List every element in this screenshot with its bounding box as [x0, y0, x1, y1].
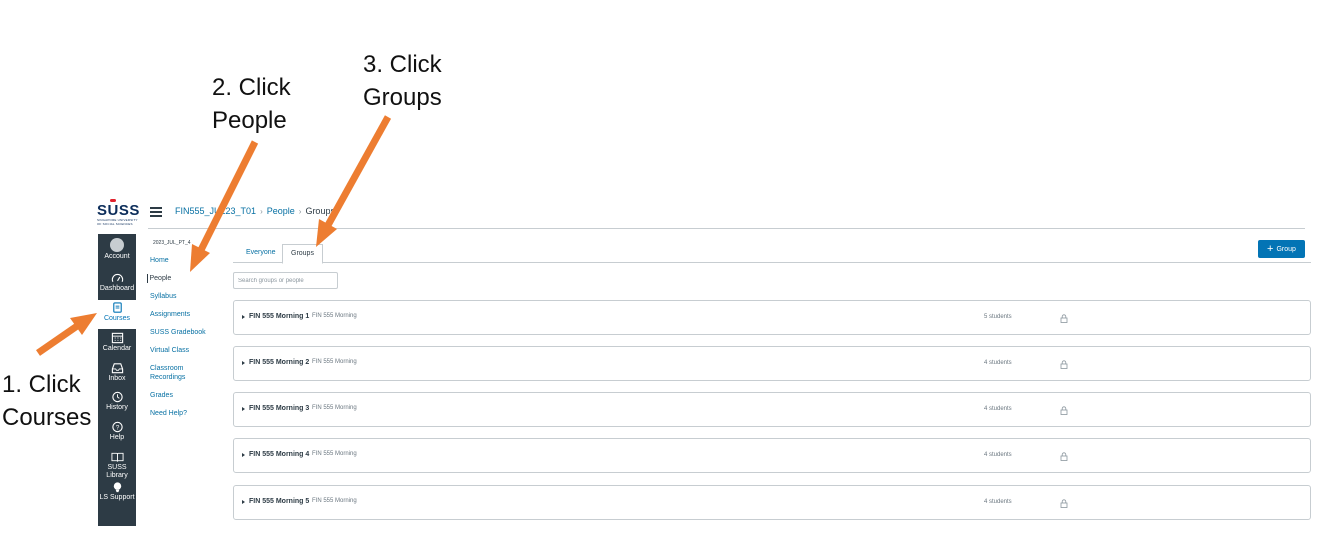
- lock-icon: [1060, 314, 1068, 323]
- nav-inbox[interactable]: Inbox: [98, 362, 136, 383]
- group-name: FIN 555 Morning 1: [249, 313, 310, 320]
- group-category: FIN 555 Morning: [312, 359, 357, 365]
- arrow-to-people: [196, 140, 259, 254]
- annotation-step3-line1: 3. Click: [363, 51, 442, 78]
- nav-suss-library[interactable]: SUSS Library: [98, 451, 136, 480]
- header-divider: [148, 228, 1305, 229]
- tab-everyone[interactable]: Everyone: [238, 244, 284, 262]
- annotation-step1-line1: 1. Click: [2, 371, 81, 398]
- global-nav: Account Dashboard Courses Calendar Inbox…: [98, 234, 136, 526]
- group-student-count: 4 students: [984, 499, 1012, 505]
- annotation-step2-line2: People: [212, 107, 287, 134]
- course-nav: Home People Syllabus Assignments SUSS Gr…: [146, 256, 231, 418]
- nav-account[interactable]: Account: [98, 238, 136, 261]
- annotation-step2-line1: 2. Click: [212, 74, 291, 101]
- group-student-count: 4 students: [984, 360, 1012, 366]
- expand-caret-icon[interactable]: [242, 453, 245, 457]
- calendar-icon: [111, 332, 123, 344]
- annotation-step1-line2: Courses: [2, 404, 92, 431]
- group-student-count: 4 students: [984, 406, 1012, 412]
- lock-icon: [1060, 360, 1068, 369]
- hamburger-menu-icon[interactable]: [150, 207, 162, 217]
- arrow-to-courses: [36, 321, 82, 356]
- suss-logo[interactable]: SUSS SINGAPORE UNIVERSITY OF SOCIAL SCIE…: [97, 203, 139, 229]
- breadcrumb: FIN555_JUL23_T01 › People › Groups: [175, 206, 335, 216]
- course-nav-assignments[interactable]: Assignments: [150, 310, 230, 319]
- group-student-count: 5 students: [984, 314, 1012, 320]
- nav-dashboard[interactable]: Dashboard: [98, 272, 136, 293]
- inbox-icon: [111, 363, 123, 374]
- group-row[interactable]: FIN 555 Morning 5 FIN 555 Morning 4 stud…: [233, 485, 1311, 520]
- logo-subtitle-2: OF SOCIAL SCIENCES: [97, 222, 133, 226]
- annotation-step3: 3. Click Groups: [363, 48, 442, 114]
- nav-calendar[interactable]: Calendar: [98, 332, 136, 353]
- course-nav-grades[interactable]: Grades: [150, 391, 230, 400]
- expand-caret-icon[interactable]: [242, 500, 245, 504]
- group-row[interactable]: FIN 555 Morning 4 FIN 555 Morning 4 stud…: [233, 438, 1311, 473]
- nav-history[interactable]: History: [98, 391, 136, 412]
- course-nav-classroom-recordings[interactable]: Classroom Recordings: [150, 364, 195, 382]
- svg-text:?: ?: [115, 424, 119, 431]
- support-icon: [113, 482, 121, 493]
- search-groups-input[interactable]: [233, 272, 338, 289]
- course-nav-need-help[interactable]: Need Help?: [150, 409, 230, 418]
- group-name: FIN 555 Morning 3: [249, 405, 310, 412]
- nav-help[interactable]: ? Help: [98, 421, 136, 442]
- lock-icon: [1060, 406, 1068, 415]
- annotation-step3-line2: Groups: [363, 84, 442, 111]
- course-nav-home[interactable]: Home: [150, 256, 230, 265]
- history-icon: [111, 391, 123, 403]
- lock-icon: [1060, 452, 1068, 461]
- people-tabs: Everyone Groups: [233, 244, 1311, 264]
- annotation-step1: 1. Click Courses: [2, 368, 91, 434]
- group-name: FIN 555 Morning 5: [249, 498, 310, 505]
- lock-icon: [1060, 499, 1068, 508]
- group-student-count: 4 students: [984, 452, 1012, 458]
- group-name: FIN 555 Morning 2: [249, 359, 310, 366]
- expand-caret-icon[interactable]: [242, 407, 245, 411]
- expand-caret-icon[interactable]: [242, 315, 245, 319]
- tab-groups[interactable]: Groups: [282, 244, 323, 264]
- nav-courses[interactable]: Courses: [98, 300, 136, 329]
- annotation-step2: 2. Click People: [212, 71, 291, 137]
- expand-caret-icon[interactable]: [242, 361, 245, 365]
- group-row[interactable]: FIN 555 Morning 3 FIN 555 Morning 4 stud…: [233, 392, 1311, 427]
- breadcrumb-course[interactable]: FIN555_JUL23_T01: [175, 206, 256, 216]
- course-nav-virtual-class[interactable]: Virtual Class: [150, 346, 230, 355]
- add-group-button[interactable]: + Group: [1258, 240, 1305, 258]
- book-icon: [110, 452, 124, 462]
- course-nav-syllabus[interactable]: Syllabus: [150, 292, 230, 301]
- plus-icon: +: [1267, 243, 1274, 255]
- courses-icon: [112, 302, 122, 313]
- group-category: FIN 555 Morning: [312, 405, 357, 411]
- term-label: 2023_JUL_PT_4: [153, 240, 191, 246]
- group-row[interactable]: FIN 555 Morning 1 FIN 555 Morning 5 stud…: [233, 300, 1311, 335]
- breadcrumb-current: Groups: [305, 206, 335, 216]
- group-row[interactable]: FIN 555 Morning 2 FIN 555 Morning 4 stud…: [233, 346, 1311, 381]
- dashboard-icon: [111, 274, 123, 282]
- breadcrumb-people[interactable]: People: [267, 206, 295, 216]
- arrow-to-groups-head: [316, 219, 337, 247]
- help-icon: ?: [111, 421, 123, 433]
- group-category: FIN 555 Morning: [312, 451, 357, 457]
- group-name: FIN 555 Morning 4: [249, 451, 310, 458]
- arrow-to-groups: [323, 115, 392, 229]
- group-category: FIN 555 Morning: [312, 498, 357, 504]
- course-nav-people[interactable]: People: [146, 274, 231, 283]
- avatar-icon: [110, 238, 124, 252]
- group-category: FIN 555 Morning: [312, 313, 357, 319]
- arrow-to-courses-head: [70, 313, 97, 335]
- course-nav-suss-gradebook[interactable]: SUSS Gradebook: [150, 328, 230, 337]
- nav-ls-support[interactable]: LS Support: [98, 481, 136, 502]
